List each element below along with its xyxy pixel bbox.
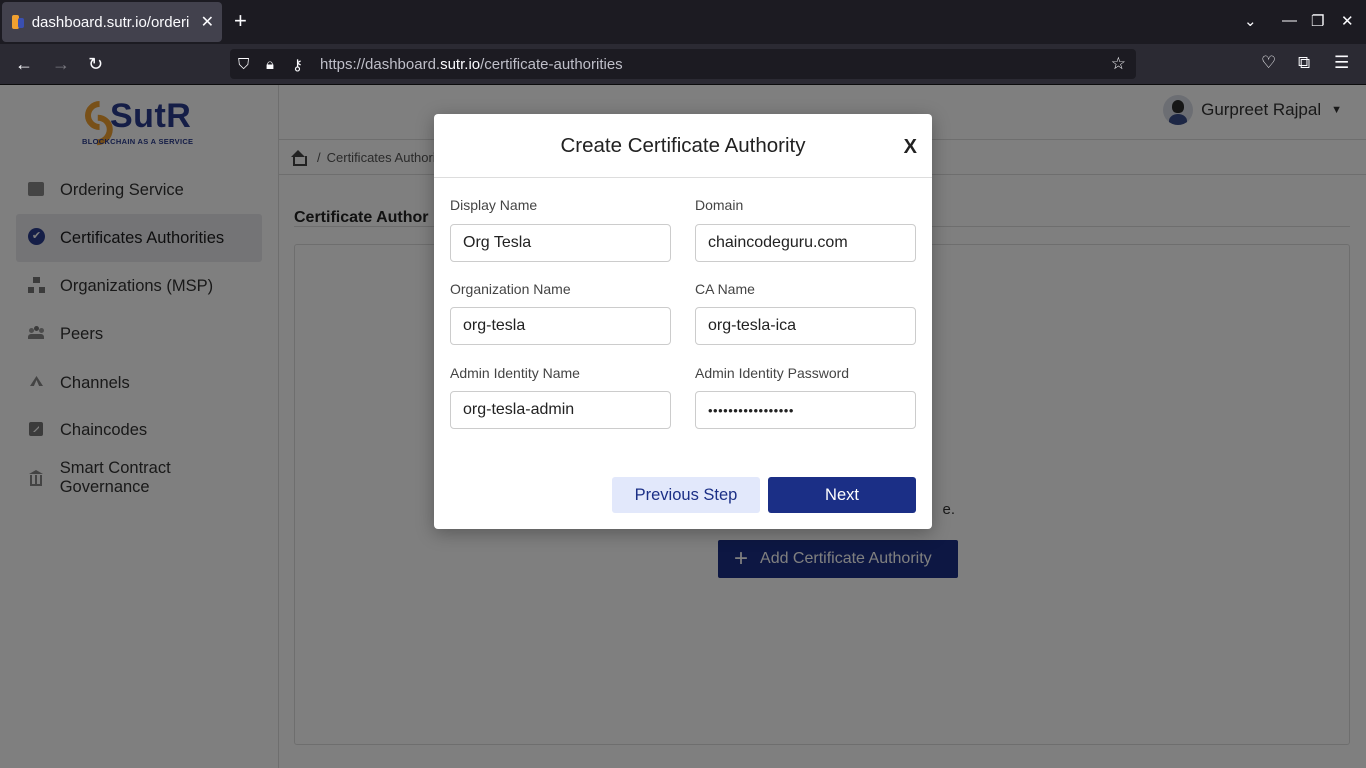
- previous-step-button[interactable]: Previous Step: [612, 477, 760, 513]
- shield-icon[interactable]: ⛉: [238, 56, 249, 73]
- new-tab-button[interactable]: +: [234, 10, 247, 32]
- sutr-favicon-icon: [10, 14, 26, 30]
- extensions-icon[interactable]: ⧉: [1298, 53, 1310, 73]
- maximize-icon[interactable]: ❐: [1311, 12, 1324, 30]
- tab-close-icon[interactable]: ✕: [201, 12, 214, 32]
- window-close-icon[interactable]: ✕: [1341, 12, 1354, 30]
- modal-header: Create Certificate Authority X: [434, 114, 932, 178]
- forward-arrow-icon[interactable]: →: [52, 53, 70, 75]
- browser-tab-bar: dashboard.sutr.io/orderi ✕ + ⌄ — ❐ ✕: [0, 0, 1366, 44]
- modal-title: Create Certificate Authority: [560, 134, 806, 157]
- admin-identity-name-label: Admin Identity Name: [450, 365, 580, 381]
- ca-name-label: CA Name: [695, 281, 755, 297]
- domain-label: Domain: [695, 197, 744, 213]
- ca-name-input[interactable]: org-tesla-ica: [695, 307, 916, 345]
- domain-input[interactable]: chaincodeguru.com: [695, 224, 916, 262]
- url-host: sutr.io: [440, 55, 481, 73]
- admin-identity-name-input[interactable]: org-tesla-admin: [450, 391, 671, 429]
- url-bar[interactable]: ⛉ 🔒︎ ⚷ https://dashboard. sutr.io/certifi…: [230, 49, 1136, 79]
- pocket-icon[interactable]: ♡: [1261, 53, 1276, 73]
- create-ca-modal: Create Certificate Authority X Display N…: [434, 114, 932, 529]
- url-prefix: https://dashboard.: [320, 55, 441, 73]
- back-arrow-icon[interactable]: ←: [15, 53, 33, 75]
- next-button[interactable]: Next: [768, 477, 916, 513]
- tab-list-chevron-icon[interactable]: ⌄: [1244, 12, 1257, 30]
- organization-name-input[interactable]: org-tesla: [450, 307, 671, 345]
- reload-icon[interactable]: ↻: [88, 53, 103, 75]
- tab-title: dashboard.sutr.io/orderi: [31, 13, 190, 31]
- bookmark-star-icon[interactable]: ☆: [1111, 54, 1126, 74]
- admin-identity-password-input[interactable]: •••••••••••••••••: [695, 391, 916, 429]
- app-menu-icon[interactable]: ☰: [1334, 53, 1349, 73]
- url-path: /certificate-authorities: [480, 55, 623, 73]
- display-name-input[interactable]: Org Tesla: [450, 224, 671, 262]
- organization-name-label: Organization Name: [450, 281, 571, 297]
- key-icon[interactable]: ⚷: [292, 56, 303, 74]
- display-name-label: Display Name: [450, 197, 538, 213]
- modal-close-button[interactable]: X: [904, 136, 917, 159]
- minimize-icon[interactable]: —: [1282, 12, 1297, 29]
- browser-tab[interactable]: dashboard.sutr.io/orderi ✕: [2, 2, 222, 42]
- admin-identity-password-label: Admin Identity Password: [695, 365, 850, 381]
- browser-nav-bar: ← → ↻ ⛉ 🔒︎ ⚷ https://dashboard. sutr.io/c…: [0, 44, 1366, 85]
- lock-icon[interactable]: 🔒︎: [266, 56, 274, 73]
